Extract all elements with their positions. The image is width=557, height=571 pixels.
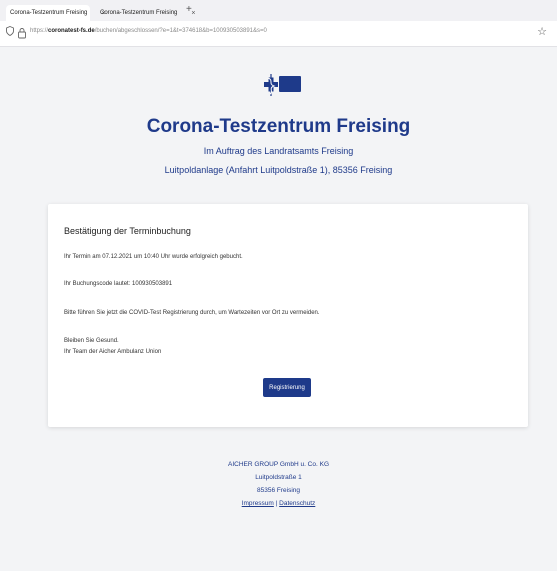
link-separator: |: [275, 500, 278, 507]
new-tab-icon[interactable]: +: [186, 4, 192, 15]
signature-text: Ihr Team der Aicher Ambulanz Union: [64, 349, 162, 355]
closing-text: Bleiben Sie Gesund.: [64, 338, 119, 344]
confirmation-card: Bestätigung der Terminbuchung Ihr Termin…: [48, 204, 528, 427]
page-address: Luitpoldanlage (Anfahrt Luitpoldstraße 1…: [164, 165, 393, 175]
footer-street: Luitpoldstraße 1: [255, 474, 302, 481]
registration-button[interactable]: Registrierung: [263, 378, 311, 397]
impressum-link[interactable]: Impressum: [242, 500, 274, 507]
footer-company: AICHER GROUP GmbH u. Co. KG: [227, 461, 329, 468]
address-bar[interactable]: https://coronatest-fs.de/buchen/abgeschl…: [30, 28, 267, 34]
aicher-logo: [257, 70, 305, 100]
url-prefix: https://: [30, 28, 49, 34]
lock-icon[interactable]: [17, 26, 29, 39]
page-title: Corona-Testzentrum Freising: [146, 116, 411, 137]
registration-hint: Bitte führen Sie jetzt die COVID-Test Re…: [64, 310, 320, 316]
page-subtitle: Im Auftrag des Landratsamts Freising: [203, 146, 354, 156]
bookmark-star-icon[interactable]: ☆: [537, 25, 547, 38]
footer-links: Impressum | Datenschutz: [0, 500, 557, 507]
browser-tab-2[interactable]: Corona-Testzentrum Freising ×: [100, 5, 195, 21]
shield-icon[interactable]: [6, 26, 14, 38]
footer-city: 85356 Freising: [257, 487, 300, 494]
address-toolbar: https://coronatest-fs.de/buchen/abgeschl…: [0, 21, 557, 47]
appointment-text: Ihr Termin am 07.12.2021 um 10:40 Uhr wu…: [64, 254, 243, 260]
datenschutz-link[interactable]: Datenschutz: [279, 500, 315, 507]
url-domain: coronatest-fs.de: [48, 28, 95, 34]
tab-title: Corona-Testzentrum Freising: [100, 10, 178, 16]
url-path: /buchen/abgeschlossen/?e=1&t=374618&b=10…: [94, 28, 267, 34]
tab-bar: Corona-Testzentrum Freising × Corona-Tes…: [0, 0, 557, 22]
tab-title: Corona-Testzentrum Freising: [10, 10, 88, 16]
booking-code-text: Ihr Buchungscode lautet: 100930503891: [64, 281, 173, 287]
browser-tab-1[interactable]: Corona-Testzentrum Freising ×: [6, 5, 105, 21]
card-title: Bestätigung der Terminbuchung: [64, 226, 191, 236]
